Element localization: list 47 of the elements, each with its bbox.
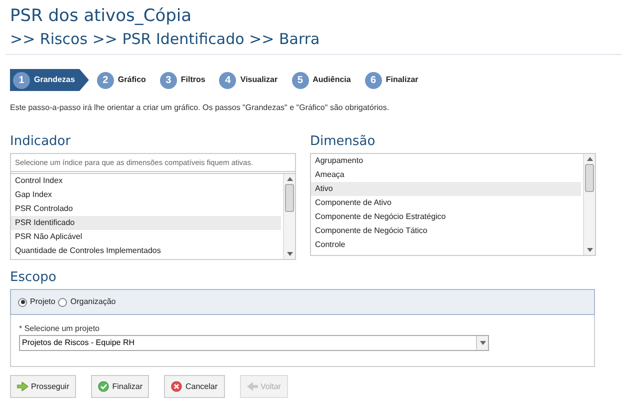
intro-text: Este passo-a-passo irá lhe orientar a criar um gráfico. Os passos "Grandezas" e "Gráfico" são obrigatórios. [9,102,390,114]
section-heading: Dimensão [310,134,376,150]
breadcrumb: >> Riscos >> PSR Identificado >> Barra [10,29,321,50]
wizard-step[interactable]: 4 Visualizar [219,69,284,91]
dropdown-caret-icon [476,336,488,350]
radio-label[interactable]: Projeto [30,296,56,308]
arrow-icon [17,382,28,392]
scroll-thumb[interactable] [285,184,294,212]
list-item[interactable]: Control Index [11,174,281,188]
list-item[interactable]: Quantidade de Controles Implementados [11,244,281,258]
list-item[interactable]: Ativo [311,182,581,196]
radio-label[interactable]: Organização [70,296,116,308]
scroll-up-icon[interactable] [586,157,592,161]
list-item[interactable]: Ameaça [311,168,581,182]
wizard-button[interactable]: Finalizar [91,375,150,398]
cancel-icon [171,381,182,392]
radio-button[interactable] [18,298,27,307]
wizard-button[interactable]: Prosseguir [10,375,76,398]
list-item[interactable]: PSR Identificado [11,216,281,230]
scroll-down-icon[interactable] [286,252,292,256]
scroll-down-icon[interactable] [586,248,592,252]
list-item[interactable]: PSR Controlado [11,202,281,216]
wizard-step[interactable]: 5 Audiência [292,69,357,91]
section-heading: Indicador [10,134,72,150]
field-label: * Selecione um projeto [19,324,100,334]
radio-button[interactable] [58,298,68,307]
arrow-icon [246,382,258,392]
list-item[interactable]: Componente de Negócio Estratégico [311,210,581,224]
section-heading: Escopo [10,270,58,286]
wizard-step[interactable]: 3 Filtros [160,69,212,91]
scroll-up-icon[interactable] [286,177,292,182]
list-item[interactable]: Agrupamento [311,154,581,168]
project-dropdown[interactable]: Projetos de Riscos - Equipe RH [19,335,489,352]
check-icon [98,381,110,392]
wizard-button[interactable]: Cancelar [164,375,224,398]
list-item[interactable]: Componente de Negócio Tático [311,224,581,238]
list-item[interactable]: PSR Não Aplicável [11,230,281,244]
scroll-thumb[interactable] [585,164,594,192]
scrollbar[interactable] [583,154,595,255]
scrollbar[interactable] [283,174,295,260]
page-title: PSR dos ativos_Cópia [10,5,193,28]
list-item[interactable]: Gap Index [11,188,281,202]
list-item[interactable]: Controle [311,238,581,252]
list-item[interactable]: Componente de Ativo [311,196,581,210]
wizard-step[interactable]: 2 Gráfico [96,69,152,91]
wizard-step[interactable]: 1 Grandezas [10,69,89,91]
wizard-step[interactable]: 6 Finalizar [364,69,424,91]
